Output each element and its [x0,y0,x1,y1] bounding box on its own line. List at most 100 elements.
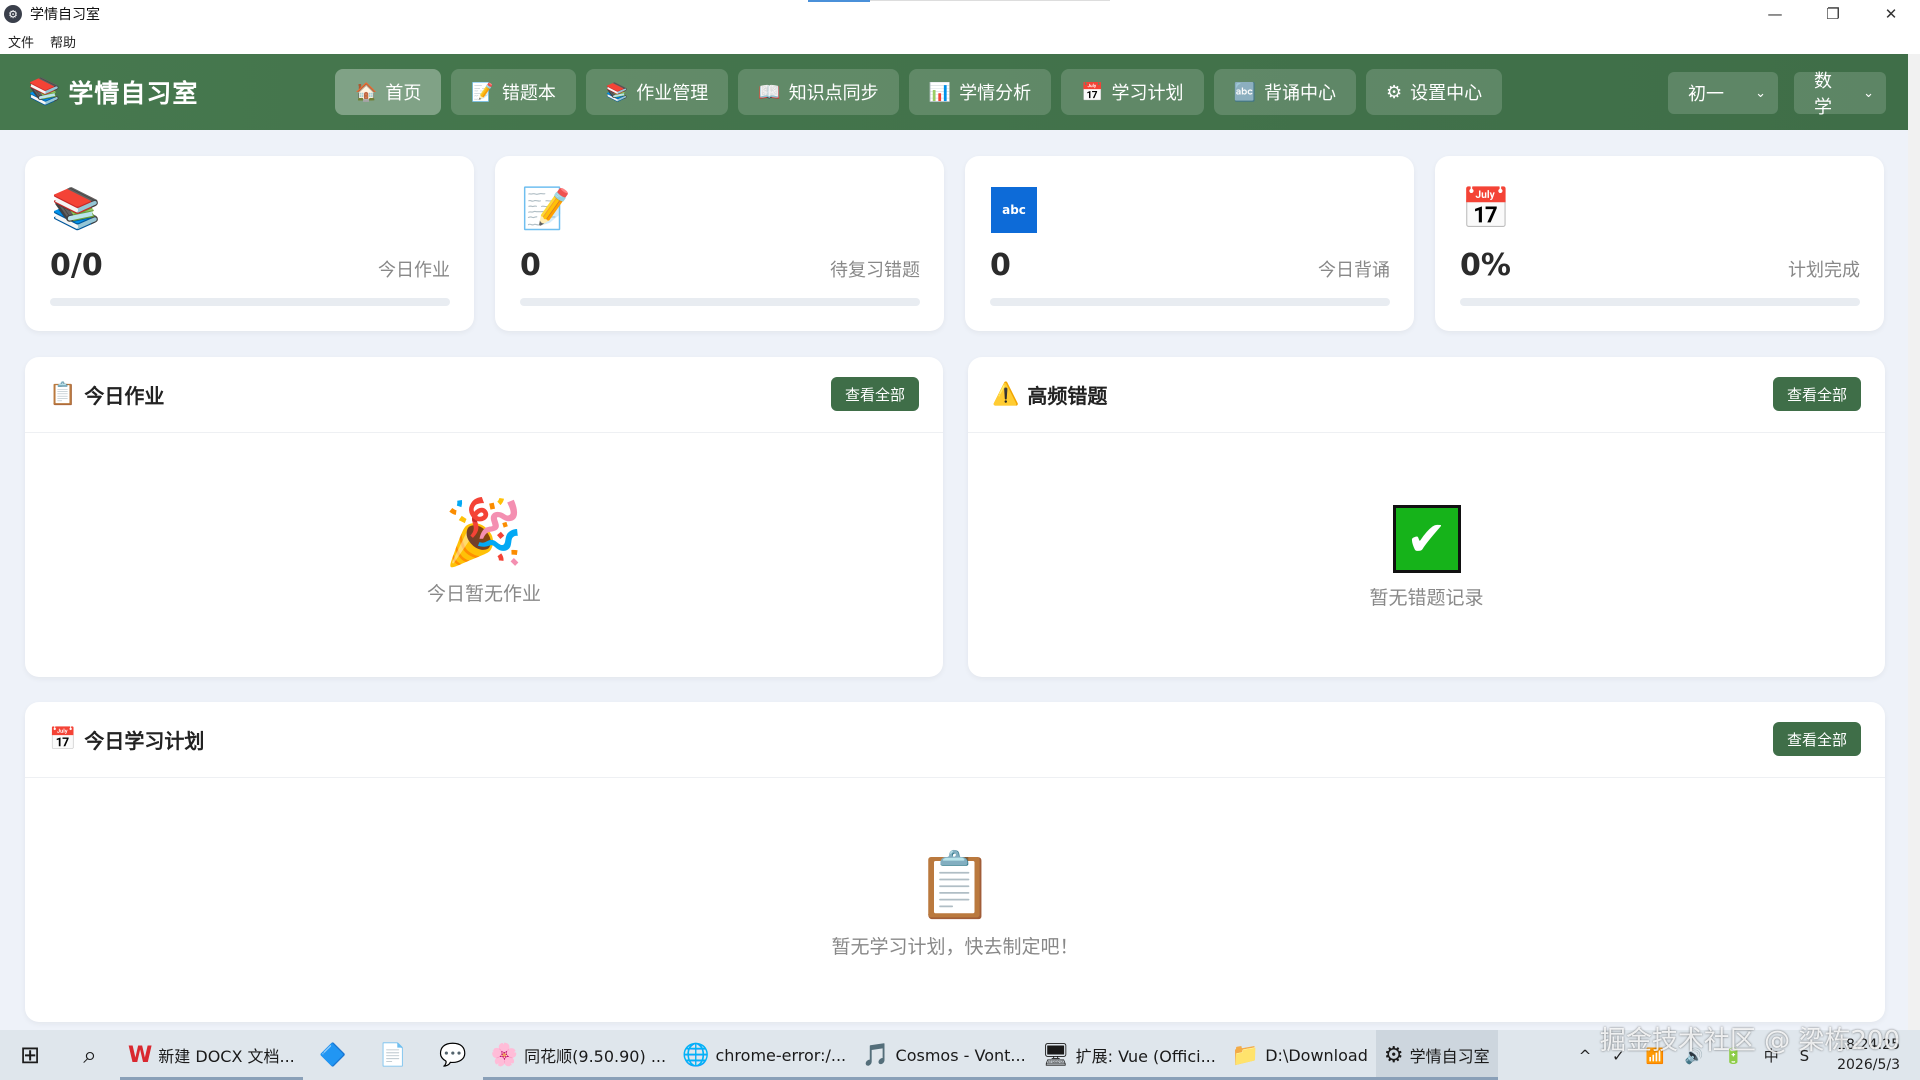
menu-help[interactable]: 帮助 [50,32,76,51]
panel-title: 今日作业 [84,384,165,408]
calendar-icon: 📅 [1461,186,1511,232]
taskbar-item-label: D:\Download [1265,1045,1368,1065]
taskbar-item-label: chrome-error:/... [715,1045,847,1065]
check-mark-icon: ✔ [1392,505,1461,573]
notebook-icon: 📝 [471,81,494,103]
empty-message: 暂无学习计划，快去制定吧！ [831,936,1079,958]
brand[interactable]: 📚 学情自习室 [28,74,328,110]
stat-progress-bar [520,298,920,306]
empty-message: 今日暂无作业 [426,583,541,605]
nav-item-5[interactable]: 📅 学习计划 [1061,69,1204,115]
windows-start-icon[interactable]: ⊞ [0,1030,60,1080]
nav-item-7[interactable]: ⚙ 设置中心 [1365,69,1503,115]
nav-item-label: 错题本 [501,83,556,104]
nav-item-label: 学习计划 [1111,83,1184,104]
wps-icon: W [128,1042,153,1068]
subject-select[interactable]: 数学 ⌄ [1794,71,1886,118]
books-icon: 📚 [51,186,101,232]
home-icon: 🏠 [355,81,378,103]
books-icon: 📚 [605,81,629,103]
study-plan-panel: 📅 今日学习计划 查看全部 📋 暂无学习计划，快去制定吧！ [25,702,1885,1022]
view-all-mistakes-button[interactable]: 查看全部 [1772,377,1861,411]
books-icon: 📚 [28,77,61,107]
vscode-icon: 🖥 [1041,1042,1070,1068]
minimize-button[interactable]: — [1746,0,1804,28]
wechat-icon: 💬 [439,1042,467,1068]
stat-label: 今日背诵 [1318,260,1390,281]
stat-card-mistakes[interactable]: 📝 0 待复习错题 [495,156,944,331]
nav-item-label: 首页 [385,83,422,104]
nav-item-4[interactable]: 📊 学情分析 [908,69,1052,115]
menu-file[interactable]: 文件 [8,32,34,51]
taskbar-item-3[interactable]: 💬 [423,1030,483,1080]
warning-icon: ⚠️ [992,382,1020,407]
abc-icon: abc [991,187,1037,233]
stat-label: 计划完成 [1788,260,1860,281]
taskbar-item-4[interactable]: 🌸 同花顺(9.50.90) ... [482,1030,675,1080]
nav-item-label: 设置中心 [1410,83,1483,104]
nav-item-1[interactable]: 📝 错题本 [451,69,576,115]
titlebar-accent [808,0,870,2]
taskbar-item-8[interactable]: 📁 D:\Download [1223,1030,1376,1080]
nav-item-2[interactable]: 📚 作业管理 [585,69,729,115]
clipboard-icon: 📋 [49,382,77,407]
taskbar-item-7[interactable]: 🖥 扩展: Vue (Offici... [1033,1030,1224,1080]
nav-item-0[interactable]: 🏠 首页 [335,69,442,115]
taskbar-item-label: 学情自习室 [1409,1047,1490,1066]
feishu-icon: 🔷 [319,1042,347,1068]
party-popper-icon: 🎉 [444,496,524,570]
taskbar-item-2[interactable]: 📄 [363,1030,423,1080]
taskbar-item-label: 新建 DOCX 文档... [158,1047,295,1066]
taskbar-item-label: 同花顺(9.50.90) ... [524,1047,667,1066]
stat-card-recite[interactable]: abc 0 今日背诵 [965,156,1414,331]
calendar-icon: 📅 [49,727,77,752]
grade-select[interactable]: 初一 ⌄ [1668,72,1778,114]
tonghuashun-icon: 🌸 [490,1042,519,1068]
nav-item-label: 背诵中心 [1263,83,1336,104]
nav-item-3[interactable]: 📖 知识点同步 [738,69,899,115]
chrome-icon: 🌐 [682,1042,710,1068]
chevron-down-icon: ⌄ [1755,85,1766,101]
maximize-button[interactable]: ❐ [1804,0,1862,28]
chart-icon: 📊 [928,81,952,103]
empty-message: 暂无错题记录 [1369,587,1484,609]
watermark: 掘金技术社区 @ 梁栋200 [1599,1026,1900,1056]
nav-item-label: 知识点同步 [788,83,879,104]
file-icon: 📄 [379,1042,407,1068]
calendar-icon: 📅 [1081,81,1104,103]
homework-panel: 📋 今日作业 查看全部 🎉 今日暂无作业 [25,357,943,677]
panel-title: 今日学习计划 [84,729,205,753]
search-icon[interactable]: ⌕ [60,1030,120,1080]
mistakes-panel: ⚠️ 高频错题 查看全部 ✔ 暂无错题记录 [968,357,1885,677]
page-scrollbar[interactable] [1908,54,1920,1030]
app-header: 📚 学情自习室 🏠 首页 📝 错题本 📚 作业管理 📖 知识点同步 📊 学情分析 📅 学习计划 🔤 背诵中… [0,54,1908,130]
stat-value: 0/0 [50,248,103,283]
nav-item-label: 学情分析 [959,83,1032,104]
app-icon: ⚙ [1383,1042,1404,1068]
gear-icon: ⚙ [1385,81,1403,103]
abc-icon: 🔤 [1233,81,1256,103]
view-all-homework-button[interactable]: 查看全部 [830,377,919,411]
stat-label: 待复习错题 [830,260,920,281]
nav-item-label: 作业管理 [636,83,709,104]
stat-card-homework[interactable]: 📚 0/0 今日作业 [25,156,474,331]
stat-progress-bar [50,298,450,306]
stat-progress-bar [990,298,1390,306]
taskbar-item-5[interactable]: 🌐 chrome-error:/... [674,1030,855,1080]
close-button[interactable]: ✕ [1862,0,1920,28]
taskbar-item-label: 扩展: Vue (Offici... [1075,1047,1216,1066]
view-all-plan-button[interactable]: 查看全部 [1772,722,1861,756]
stat-value: 0 [990,248,1011,283]
nav-item-6[interactable]: 🔤 背诵中心 [1213,69,1356,115]
folder-icon: 📁 [1231,1042,1260,1068]
stat-progress-bar [1460,298,1860,306]
taskbar-item-6[interactable]: 🎵 Cosmos - Vont... [854,1030,1034,1080]
clock-date: 2026/5/3 [1837,1057,1900,1073]
taskbar-item-9[interactable]: ⚙ 学情自习室 [1375,1030,1498,1080]
taskbar-item-1[interactable]: 🔷 [303,1030,363,1080]
stat-card-plan[interactable]: 📅 0% 计划完成 [1435,156,1884,331]
clipboard-icon: 📋 [915,849,995,923]
stat-value: 0 [520,248,541,283]
netease-music-icon: 🎵 [862,1042,890,1068]
taskbar-item-0[interactable]: W 新建 DOCX 文档... [120,1030,303,1080]
